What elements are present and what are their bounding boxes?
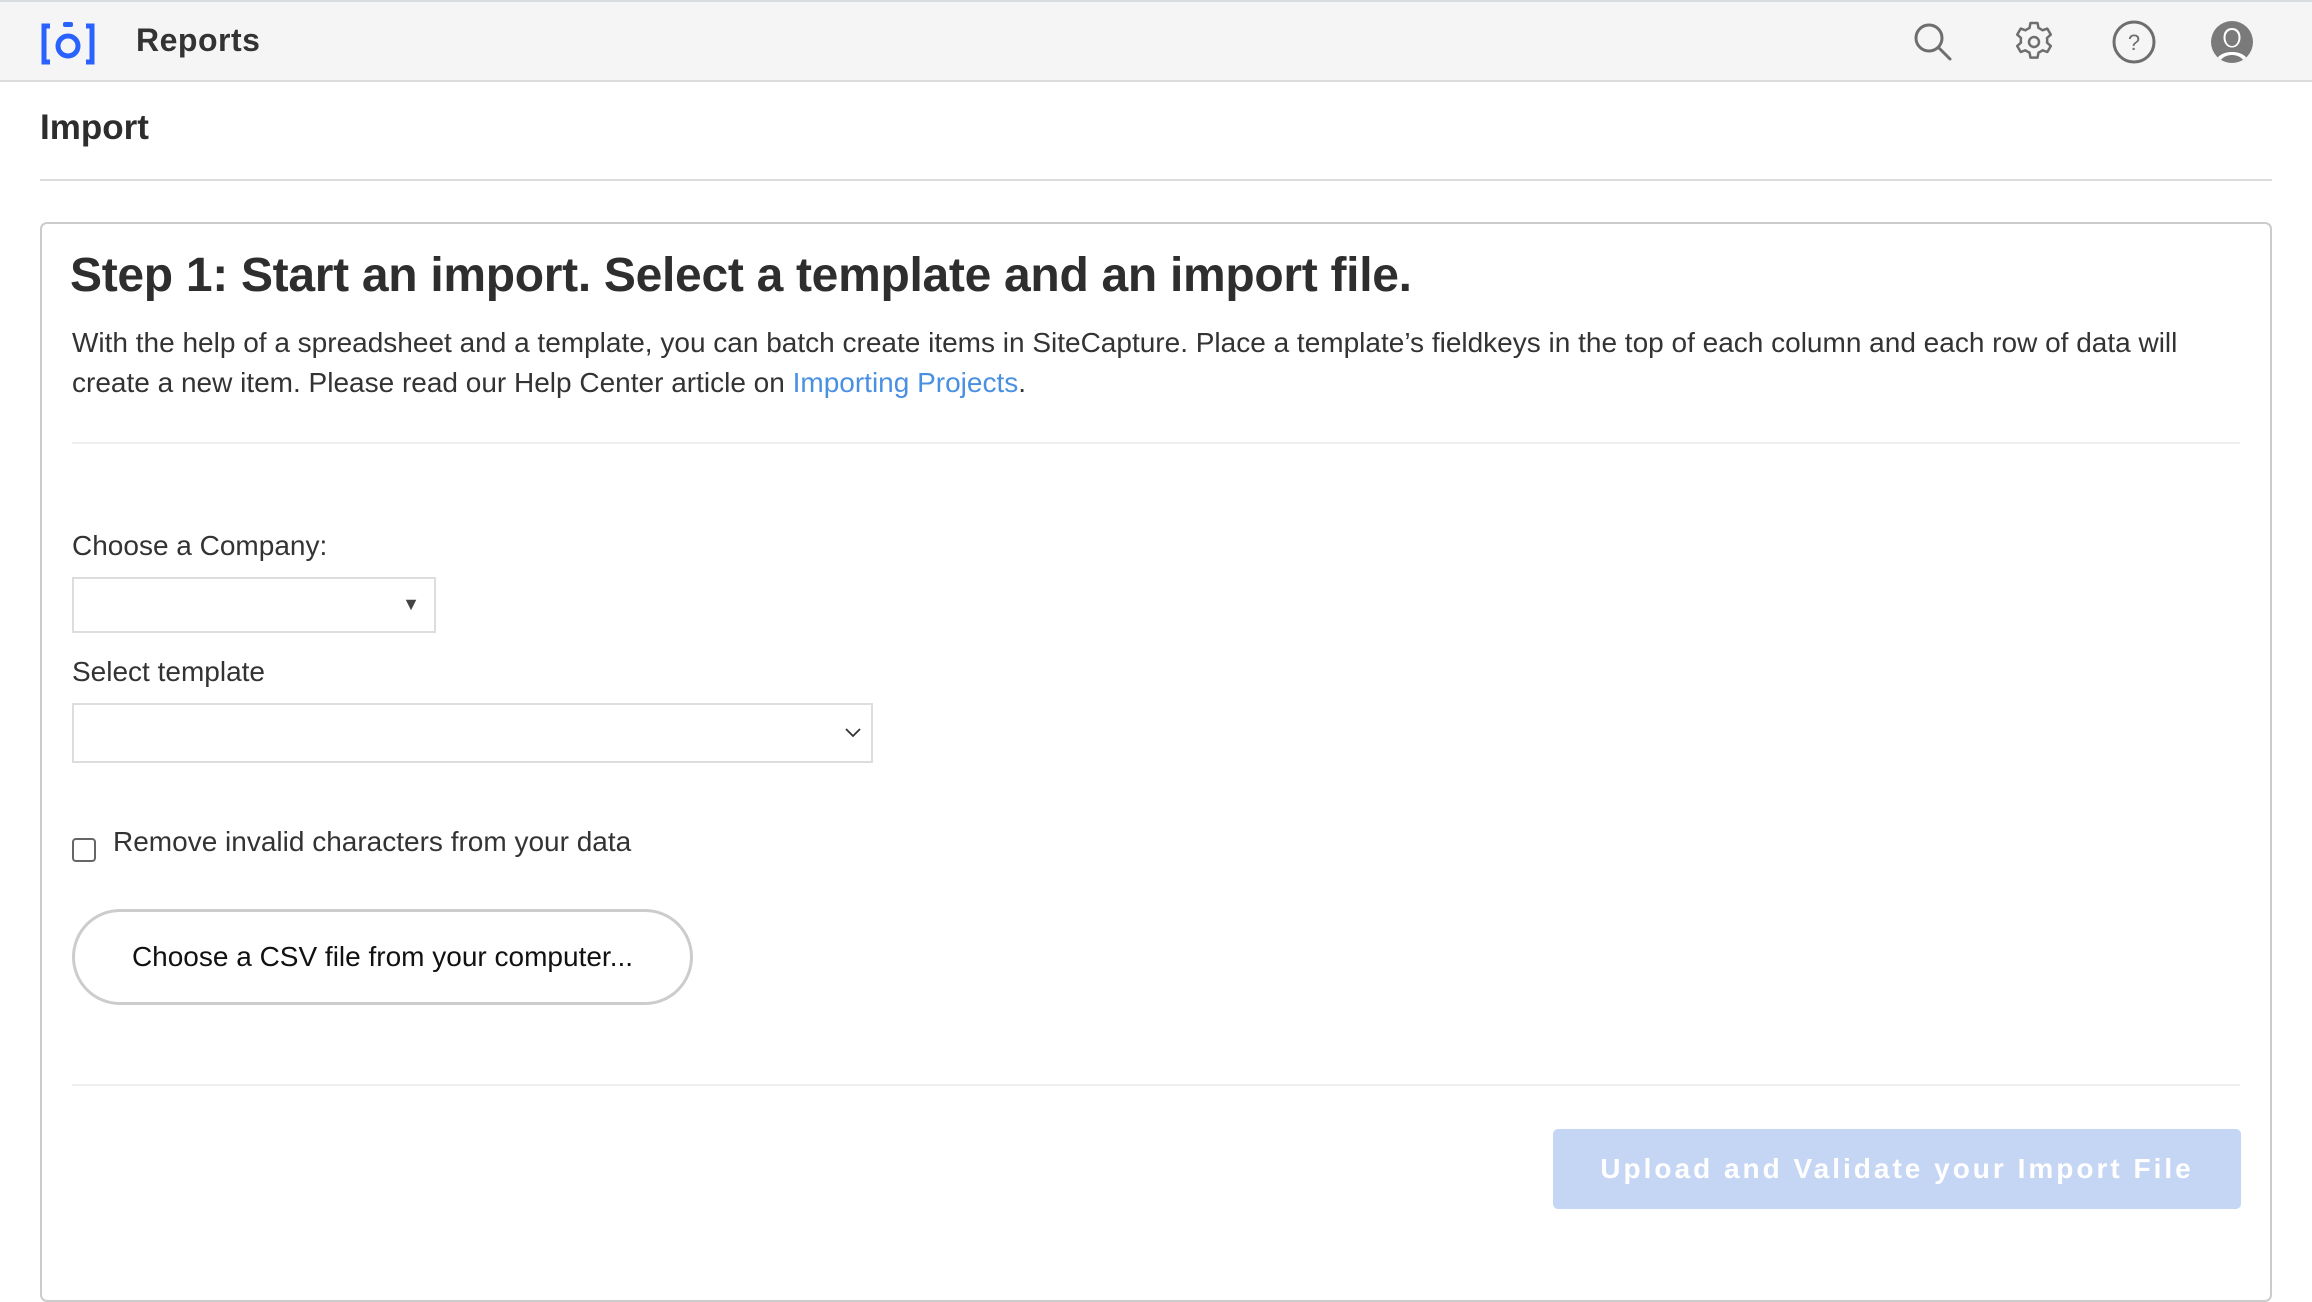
search-icon[interactable]: [1910, 19, 1956, 65]
footer-divider: [72, 1084, 2240, 1086]
dropdown-triangle-icon: ▼: [402, 594, 420, 614]
page-title-divider: [40, 179, 2272, 181]
upload-and-validate-button[interactable]: Upload and Validate your Import File: [1553, 1129, 2241, 1209]
help-icon[interactable]: ?: [2111, 19, 2157, 65]
step-title: Step 1: Start an import. Select a templa…: [70, 249, 1412, 302]
sitecapture-logo-icon[interactable]: [40, 20, 96, 66]
page-title: Import: [40, 108, 149, 147]
remove-invalid-characters-checkbox[interactable]: [72, 838, 96, 862]
company-label: Choose a Company:: [72, 530, 328, 561]
section-divider: [72, 442, 2240, 444]
company-select[interactable]: ▼: [72, 577, 436, 633]
chevron-down-icon: [845, 728, 861, 738]
app-title[interactable]: Reports: [136, 22, 260, 59]
importing-projects-link[interactable]: Importing Projects: [793, 367, 1019, 398]
svg-text:?: ?: [2128, 30, 2140, 55]
description-end: .: [1018, 367, 1027, 398]
template-select[interactable]: [72, 703, 873, 763]
choose-csv-file-button[interactable]: Choose a CSV file from your computer...: [72, 909, 693, 1005]
description-text: With the help of a spreadsheet and a tem…: [72, 327, 2178, 398]
gear-icon[interactable]: [2011, 19, 2057, 65]
template-label: Select template: [72, 656, 265, 687]
step-description: With the help of a spreadsheet and a tem…: [72, 323, 2252, 403]
remove-invalid-characters-label[interactable]: Remove invalid characters from your data: [113, 826, 631, 858]
user-avatar-icon[interactable]: [2209, 19, 2255, 65]
top-navigation-bar: Reports ?: [0, 0, 2312, 82]
